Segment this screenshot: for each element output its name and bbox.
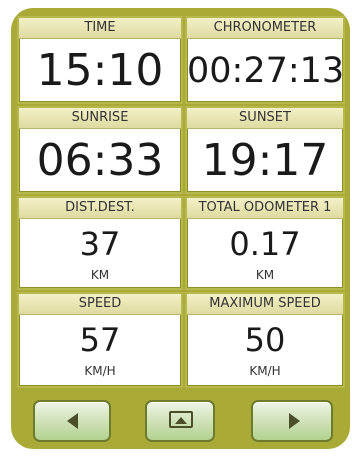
time-value: 15:10: [36, 45, 164, 96]
max-speed-panel[interactable]: MAXIMUM SPEED 50 KM/H: [185, 292, 345, 388]
total-odometer-label: TOTAL ODOMETER 1: [187, 198, 343, 219]
next-button[interactable]: [251, 400, 333, 442]
triangle-left-icon: [67, 413, 78, 429]
speed-label: SPEED: [19, 294, 181, 315]
chronometer-panel[interactable]: CHRONOMETER 00:27:13: [185, 16, 345, 104]
triangle-right-icon: [289, 413, 300, 429]
total-odometer-value: 0.17: [229, 225, 301, 263]
sunset-panel[interactable]: SUNSET 19:17: [185, 106, 345, 194]
max-speed-unit: KM/H: [249, 364, 281, 378]
sunrise-label: SUNRISE: [19, 108, 181, 129]
total-odometer-panel[interactable]: TOTAL ODOMETER 1 0.17 KM: [185, 196, 345, 290]
sunrise-value: 06:33: [36, 135, 164, 186]
max-speed-value: 50: [244, 321, 286, 359]
sunset-label: SUNSET: [187, 108, 343, 129]
speed-value: 57: [79, 321, 121, 359]
dist-dest-label: DIST.DEST.: [19, 198, 181, 219]
dist-dest-panel[interactable]: DIST.DEST. 37 KM: [17, 196, 183, 290]
total-odometer-unit: KM: [255, 268, 275, 282]
time-panel[interactable]: TIME 15:10: [17, 16, 183, 104]
max-speed-label: MAXIMUM SPEED: [187, 294, 343, 315]
dist-dest-value: 37: [79, 225, 121, 263]
dashboard-frame: TIME 15:10 CHRONOMETER 00:27:13 SUNRISE …: [11, 8, 350, 449]
chronometer-value: 00:27:13: [187, 51, 345, 91]
screen-button[interactable]: [145, 400, 215, 442]
speed-panel[interactable]: SPEED 57 KM/H: [17, 292, 183, 388]
sunset-value: 19:17: [201, 135, 329, 186]
time-label: TIME: [19, 18, 181, 39]
dist-dest-unit: KM: [90, 268, 110, 282]
sunrise-panel[interactable]: SUNRISE 06:33: [17, 106, 183, 194]
speed-unit: KM/H: [84, 364, 116, 378]
prev-button[interactable]: [33, 400, 111, 442]
screen-image-icon: [169, 411, 193, 428]
chronometer-label: CHRONOMETER: [187, 18, 343, 39]
